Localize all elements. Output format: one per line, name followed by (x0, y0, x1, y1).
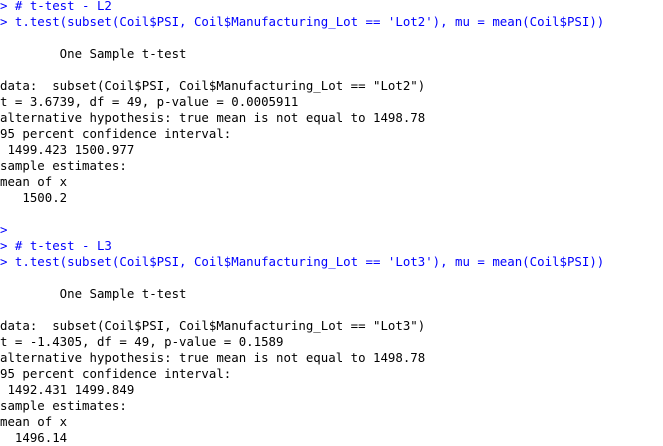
console-command-line: > t.test(subset(Coil$PSI, Coil$Manufactu… (0, 14, 605, 29)
r-console-output[interactable]: > # t-test - L2 > t.test(subset(Coil$PSI,… (0, 0, 663, 446)
console-output-line: mean of x (0, 414, 75, 429)
console-output-line: One Sample t-test (0, 286, 187, 301)
console-output-line: data: subset(Coil$PSI, Coil$Manufacturin… (0, 318, 426, 333)
console-command-line: > t.test(subset(Coil$PSI, Coil$Manufactu… (0, 254, 605, 269)
console-output-line: 1500.2 (0, 190, 75, 205)
console-output-line: 95 percent confidence interval: (0, 366, 232, 381)
console-output-line: sample estimates: (0, 158, 127, 173)
console-command-line: > (0, 222, 15, 237)
console-output-line: data: subset(Coil$PSI, Coil$Manufacturin… (0, 78, 426, 93)
console-output-line: t = -1.4305, df = 49, p-value = 0.1589 (0, 334, 284, 349)
console-output-line: alternative hypothesis: true mean is not… (0, 110, 426, 125)
console-output-line: 1496.14 (0, 430, 75, 445)
console-output-line: 1492.431 1499.849 (0, 382, 135, 397)
console-command-line: > # t-test - L3 (0, 238, 112, 253)
console-output-line: alternative hypothesis: true mean is not… (0, 350, 426, 365)
console-output-line: 95 percent confidence interval: (0, 126, 232, 141)
console-output-line: mean of x (0, 174, 75, 189)
console-output-line: 1499.423 1500.977 (0, 142, 135, 157)
console-output-line: One Sample t-test (0, 46, 187, 61)
console-output-line: t = 3.6739, df = 49, p-value = 0.0005911 (0, 94, 299, 109)
console-output-line: sample estimates: (0, 398, 127, 413)
console-command-line: > # t-test - L2 (0, 0, 112, 13)
